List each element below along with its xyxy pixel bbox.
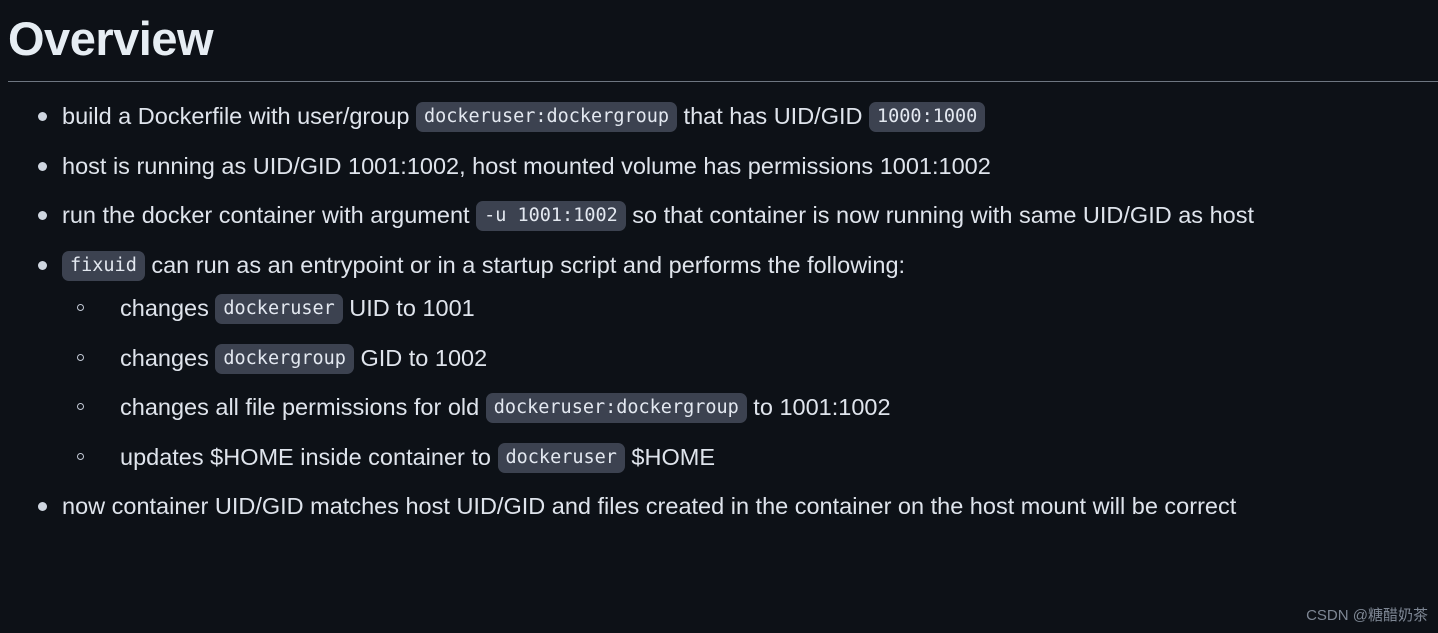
inline-code-chip: dockeruser:dockergroup: [485, 393, 747, 424]
subbullet-changes-dockeruser-uid: changes dockeruser UID to 1001: [62, 288, 1408, 330]
subbullet-body: changes all file permissions for old doc…: [120, 393, 891, 424]
bullet-disc-icon: [38, 260, 47, 270]
bullet-container-matches-host: now container UID/GID matches host UID/G…: [0, 486, 1438, 528]
subbullet-circle-icon: [77, 353, 84, 361]
bullet-text: GID to 1002: [353, 344, 488, 371]
subbullet-circle-icon: [77, 452, 84, 460]
bullet-host-uid-gid: host is running as UID/GID 1001:1002, ho…: [0, 146, 1438, 188]
inline-code-chip: -u 1001:1002: [476, 201, 626, 232]
inline-code-chip: dockergroup: [215, 343, 354, 374]
bullet-text: that has UID/GID: [677, 103, 870, 130]
page-title: Overview: [8, 12, 214, 65]
bullet-text: to 1001:1002: [746, 394, 891, 421]
subbullet-circle-icon: [77, 403, 84, 411]
overview-page: Overview build a Dockerfile with user/gr…: [0, 0, 1438, 633]
inline-code-chip: 1000:1000: [869, 102, 986, 133]
bullet-run-docker-argument: run the docker container with argument -…: [0, 195, 1438, 237]
bullet-fixuid-entrypoint: fixuid can run as an entrypoint or in a …: [0, 245, 1438, 479]
inline-code-chip: dockeruser: [215, 294, 343, 325]
subbullet-body: updates $HOME inside container to docker…: [120, 442, 716, 473]
subbullet-changes-dockergroup-gid: changes dockergroup GID to 1002: [62, 338, 1408, 380]
subbullet-body: changes dockeruser UID to 1001: [120, 294, 475, 325]
bullet-text: changes: [120, 344, 216, 371]
subbullet-updates-home: updates $HOME inside container to docker…: [62, 437, 1408, 479]
bullet-text: $HOME: [624, 443, 716, 470]
subbullet-changes-file-permissions: changes all file permissions for old doc…: [62, 387, 1408, 429]
inline-code-chip: dockeruser:dockergroup: [415, 102, 678, 133]
bullet-text: changes: [120, 295, 216, 322]
bullet-text: run the docker container with argument: [62, 202, 477, 229]
bullet-body: fixuid can run as an entrypoint or in a …: [62, 250, 906, 281]
bullet-text: so that container is now running with sa…: [625, 202, 1255, 229]
inline-code-chip: fixuid: [62, 250, 145, 281]
bullet-text: build a Dockerfile with user/group: [62, 103, 416, 130]
bullet-body: build a Dockerfile with user/group docke…: [62, 102, 986, 133]
bullet-disc-icon: [38, 161, 47, 171]
bullet-body: now container UID/GID matches host UID/G…: [62, 493, 1236, 519]
bullet-text: can run as an entrypoint or in a startup…: [144, 251, 906, 278]
bullet-text: updates $HOME inside container to: [120, 443, 498, 470]
bullet-text: host is running as UID/GID 1001:1002, ho…: [62, 152, 991, 179]
inline-code-chip: dockeruser: [497, 442, 625, 473]
bullet-disc-icon: [38, 211, 47, 221]
bullet-body: run the docker container with argument -…: [62, 201, 1255, 232]
bullet-text: UID to 1001: [342, 295, 475, 322]
bullet-disc-icon: [38, 112, 47, 122]
overview-subbullet-list: changes dockeruser UID to 1001 changes do…: [62, 288, 1408, 478]
bullet-text: now container UID/GID matches host UID/G…: [62, 493, 1237, 520]
bullet-text: changes all file permissions for old: [120, 394, 486, 421]
csdn-watermark: CSDN @糖醋奶茶: [1306, 607, 1428, 624]
subbullet-body: changes dockergroup GID to 1002: [120, 343, 488, 374]
overview-bullet-list: build a Dockerfile with user/group docke…: [0, 96, 1438, 528]
bullet-body: host is running as UID/GID 1001:1002, ho…: [62, 153, 991, 179]
bullet-disc-icon: [38, 502, 47, 512]
overview-content: build a Dockerfile with user/group docke…: [0, 82, 1438, 528]
subbullet-circle-icon: [77, 304, 84, 312]
bullet-dockerfile-user-group: build a Dockerfile with user/group docke…: [0, 96, 1438, 138]
